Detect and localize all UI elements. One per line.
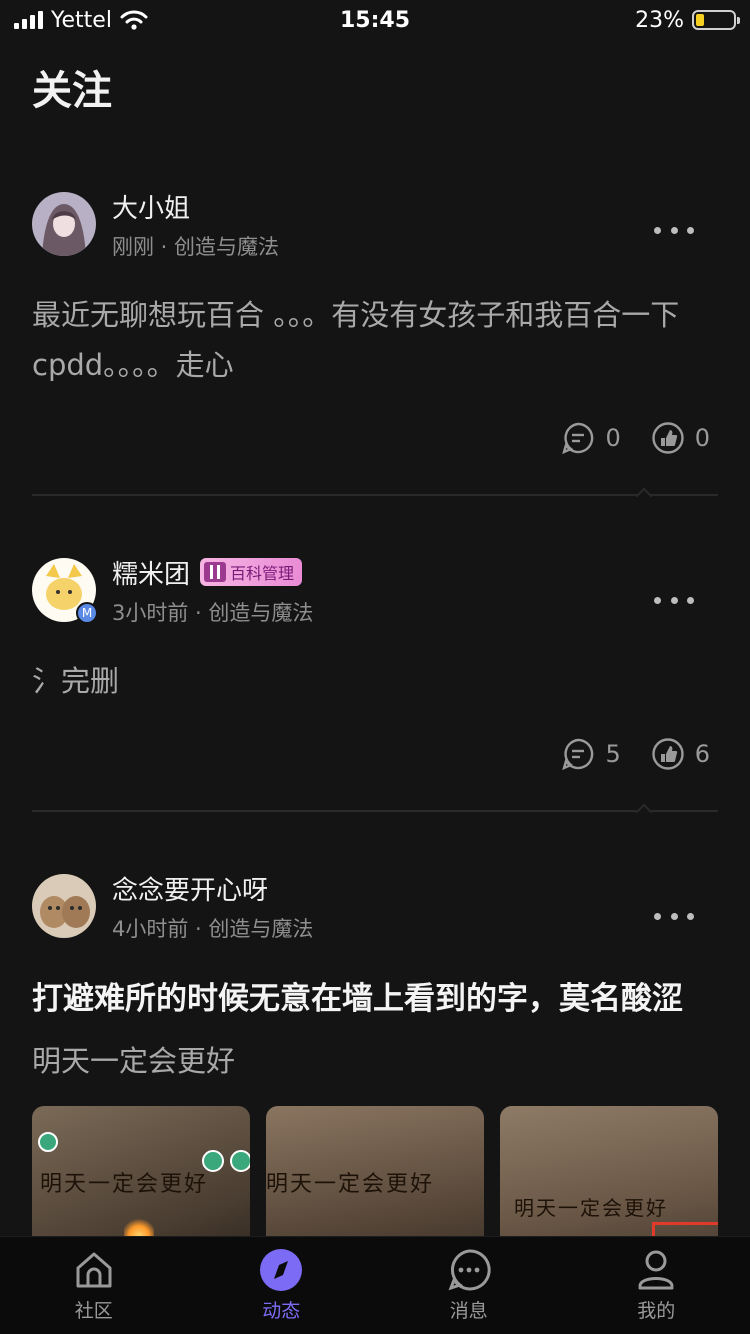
status-bar: Yettel 15:45 23%	[0, 0, 750, 40]
thumbs-up-icon	[652, 422, 684, 454]
comment-button[interactable]: 5	[561, 737, 621, 771]
post-text: 最近无聊想玩百合 。。。有没有女孩子和我百合一下cpdd。。。。走心	[32, 298, 680, 382]
status-left: Yettel	[14, 8, 148, 33]
app-screen: Yettel 15:45 23% 关注 大小姐 刚刚 · 创造与魔法 最近无聊想…	[0, 0, 750, 1334]
bottom-tab-bar: 社区 动态 消息 我的	[0, 1236, 750, 1334]
tab-label: 我的	[637, 1300, 676, 1322]
book-icon	[204, 562, 227, 582]
post-card[interactable]: 念念要开心呀 4小时前 · 创造与魔法 打避难所的时候无意在墙上看到的字，莫名酸…	[0, 812, 750, 1236]
avatar[interactable]: M	[32, 558, 98, 624]
comment-button[interactable]: 0	[561, 421, 621, 455]
post-meta: 念念要开心呀 4小时前 · 创造与魔法	[112, 870, 718, 943]
post-time: 3小时前	[112, 600, 189, 625]
post-text: 氵完删	[32, 664, 120, 698]
more-options-button[interactable]	[654, 590, 694, 610]
feed-list[interactable]: 大小姐 刚刚 · 创造与魔法 最近无聊想玩百合 。。。有没有女孩子和我百合一下c…	[0, 160, 750, 1236]
comment-icon	[562, 738, 594, 771]
like-count: 0	[694, 424, 710, 452]
post-actions: 0 0	[32, 408, 718, 468]
verified-badge: M	[76, 602, 98, 624]
tab-feed[interactable]: 动态	[221, 1248, 341, 1323]
tab-label: 消息	[449, 1300, 488, 1322]
image-caption: 明天一定会更好	[514, 1196, 668, 1220]
avatar[interactable]	[32, 874, 96, 938]
post-time: 刚刚	[112, 234, 154, 259]
page-title: 关注	[32, 68, 112, 114]
like-button[interactable]: 0	[651, 421, 710, 455]
post-image[interactable]: 明天一定会更好	[266, 1106, 484, 1236]
post-subline: 刚刚 · 创造与魔法	[112, 234, 280, 259]
battery-percent: 23%	[635, 7, 684, 33]
tab-label: 社区	[74, 1300, 113, 1322]
thumbs-up-icon	[652, 738, 684, 770]
home-icon	[38, 1132, 58, 1152]
post-title: 打避难所的时候无意在墙上看到的字，莫名酸涩	[32, 981, 683, 1017]
post-header: M 糯米团 百科管理 3小时前 · 创造与魔法	[32, 546, 718, 634]
tab-label: 动态	[262, 1300, 301, 1322]
compass-icon	[260, 1249, 303, 1291]
post-image[interactable]: 明天一定会更好	[500, 1106, 718, 1236]
comment-icon	[562, 422, 594, 455]
post-time: 4小时前	[112, 916, 189, 941]
post-actions: 5 6	[32, 724, 718, 784]
battery-icon	[692, 10, 740, 30]
post-meta: 糯米团 百科管理 3小时前 · 创造与魔法	[112, 554, 718, 627]
post-subline: 4小时前 · 创造与魔法	[112, 916, 314, 941]
wifi-icon	[120, 10, 148, 30]
tab-messages[interactable]: 消息	[409, 1248, 529, 1323]
carrier-name: Yettel	[51, 7, 112, 33]
author-name[interactable]: 糯米团	[112, 554, 190, 591]
sparkle-icon	[124, 1216, 154, 1236]
post-category[interactable]: 创造与魔法	[208, 917, 313, 941]
post-card[interactable]: M 糯米团 百科管理 3小时前 · 创造与魔法 氵完删 5 6	[0, 496, 750, 812]
image-caption: 明天一定会更好	[266, 1172, 435, 1197]
highlight-box	[652, 1222, 718, 1236]
comment-count: 0	[605, 424, 621, 452]
post-header: 大小姐 刚刚 · 创造与魔法	[32, 180, 718, 268]
author-name[interactable]: 念念要开心呀	[112, 870, 268, 907]
post-category[interactable]: 创造与魔法	[208, 601, 313, 625]
profile-icon	[638, 1250, 674, 1290]
like-button[interactable]: 6	[651, 737, 710, 771]
more-options-button[interactable]	[654, 220, 694, 240]
avatar-image	[32, 874, 96, 938]
home-icon	[76, 1252, 112, 1288]
comment-count: 5	[605, 740, 621, 768]
post-image[interactable]: 明天一定会更好	[32, 1106, 250, 1236]
tab-community[interactable]: 社区	[34, 1248, 154, 1323]
author-name[interactable]: 大小姐	[112, 188, 190, 225]
post-header: 念念要开心呀 4小时前 · 创造与魔法	[32, 862, 718, 950]
post-card[interactable]: 大小姐 刚刚 · 创造与魔法 最近无聊想玩百合 。。。有没有女孩子和我百合一下c…	[0, 160, 750, 496]
like-count: 6	[694, 740, 710, 768]
tab-profile[interactable]: 我的	[596, 1248, 716, 1323]
avatar[interactable]	[32, 192, 96, 256]
post-meta: 大小姐 刚刚 · 创造与魔法	[112, 188, 718, 261]
post-category[interactable]: 创造与魔法	[174, 235, 279, 259]
chat-icon	[448, 1249, 491, 1291]
more-options-button[interactable]	[654, 906, 694, 926]
image-caption: 明天一定会更好	[40, 1172, 209, 1197]
post-image-grid: 明天一定会更好 明天一定会更好 明天一定会更好	[32, 1106, 718, 1236]
role-badge: 百科管理	[200, 558, 303, 586]
post-text: 明天一定会更好	[32, 1044, 236, 1078]
post-subline: 3小时前 · 创造与魔法	[112, 600, 314, 625]
cellular-signal-icon	[14, 11, 43, 29]
status-right: 23%	[635, 7, 740, 33]
avatar-image	[32, 192, 96, 256]
battery-level	[696, 14, 705, 26]
